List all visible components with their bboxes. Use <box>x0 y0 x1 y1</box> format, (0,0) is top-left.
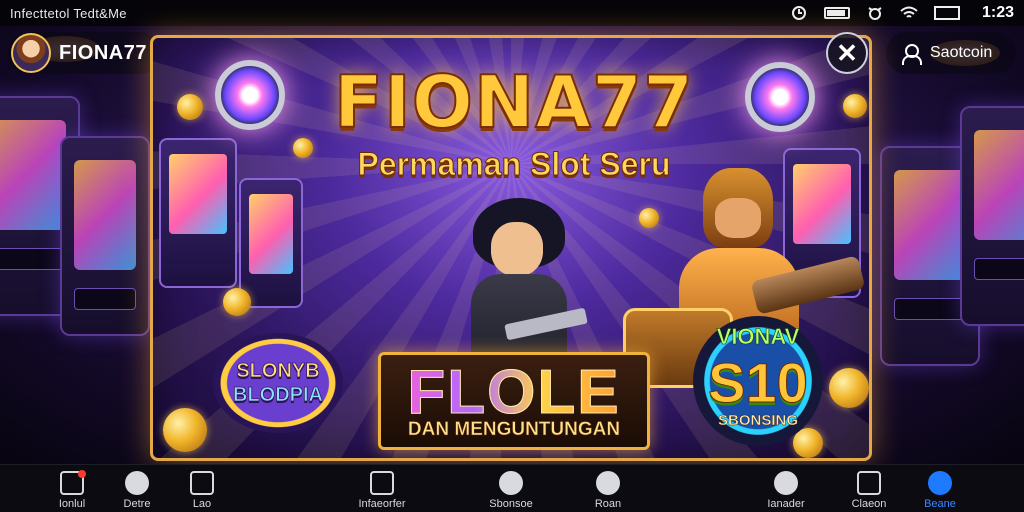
left-badge: SLONYB BLODPIA <box>213 333 343 433</box>
promo-title: FIONA77 <box>333 59 695 145</box>
center-plate: FLOLE DAN MENGUNTUNGAN <box>378 352 650 450</box>
close-icon: ✕ <box>836 37 858 68</box>
gold-coin <box>829 368 869 408</box>
store-icon <box>370 471 394 495</box>
nav-item-beane[interactable]: Beane <box>900 471 980 510</box>
sync-icon <box>791 6 806 20</box>
spotlight-left <box>215 60 285 130</box>
nav-item-claeon[interactable]: Claeon <box>829 471 909 510</box>
bottom-nav: Ionlul Detre Lao Infaeorfer Sbonsoe Roan… <box>0 464 1024 512</box>
right-badge-top: VIONAV <box>716 324 800 350</box>
status-bar-title: Infecttetol Tedt&Me <box>10 5 127 21</box>
avatar <box>11 33 51 73</box>
home-icon <box>928 471 952 495</box>
wifi-icon <box>900 6 918 18</box>
emoji-icon <box>499 471 523 495</box>
nav-item-sbonsoe[interactable]: Sbonsoe <box>471 471 551 510</box>
gold-coin <box>223 288 251 316</box>
clock: 1:23 <box>981 4 1014 21</box>
signin-button[interactable]: Saotcoin <box>886 32 1016 74</box>
gold-coin <box>163 408 207 452</box>
profile-chip[interactable]: FIONA77 <box>8 32 161 74</box>
chat-icon <box>857 471 881 495</box>
nav-label: Ianader <box>767 498 805 510</box>
gold-coin <box>843 94 867 118</box>
slot-machine-illustration <box>239 178 303 308</box>
nav-label: Infaeorfer <box>358 498 406 510</box>
nav-label: Ionlul <box>58 498 86 510</box>
promo-modal[interactable]: FIONA77 Permaman Slot Seru SLONYB BLODPI… <box>150 35 872 461</box>
left-badge-line2: BLODPIA <box>233 384 324 407</box>
nav-item-ianader[interactable]: Ianader <box>746 471 826 510</box>
status-bar: Infecttetol Tedt&Me 1:23 <box>0 0 1024 26</box>
notification-dot <box>78 470 86 478</box>
nav-label: Beane <box>924 498 956 510</box>
tablet-icon <box>190 471 214 495</box>
left-badge-line1: SLONYB <box>236 360 320 383</box>
screen-icon <box>933 6 960 20</box>
nav-label: Roan <box>594 498 622 510</box>
gold-coin <box>293 138 313 158</box>
background-slot-machine <box>960 106 1024 326</box>
profile-name: FIONA77 <box>59 41 147 64</box>
status-icons: 1:23 <box>790 4 1014 22</box>
right-badge-bottom: SBONSING <box>717 412 798 429</box>
right-badge: VIONAV S10 SBONSING <box>693 316 823 446</box>
hero-character <box>453 198 588 368</box>
nav-item-lao[interactable]: Lao <box>162 471 242 510</box>
nav-label: Claeon <box>851 498 887 510</box>
nav-label: Sbonsoe <box>489 498 533 510</box>
nav-label: Detre <box>123 498 151 510</box>
nav-item-roan[interactable]: Roan <box>568 471 648 510</box>
nav-label: Lao <box>192 498 212 510</box>
wallet-icon <box>60 470 86 495</box>
record-icon <box>596 471 620 495</box>
user-icon <box>900 43 922 65</box>
right-badge-amount: S10 <box>708 351 809 415</box>
battery-icon <box>823 7 850 19</box>
plate-subtitle: DAN MENGUNTUNGAN <box>407 419 621 441</box>
alarm-icon <box>868 7 882 20</box>
signin-label: Saotcoin <box>930 44 993 61</box>
game-icon <box>125 471 149 495</box>
spotlight-right <box>745 62 815 132</box>
promo-subtitle: Permaman Slot Seru <box>357 146 671 183</box>
slot-machine-illustration <box>159 138 237 288</box>
background-slot-machine <box>60 136 150 336</box>
close-button[interactable]: ✕ <box>826 32 868 74</box>
profile-icon <box>774 471 798 495</box>
gold-coin <box>177 94 203 120</box>
plate-word: FLOLE <box>381 357 647 428</box>
nav-item-infaeorfer[interactable]: Infaeorfer <box>342 471 422 510</box>
